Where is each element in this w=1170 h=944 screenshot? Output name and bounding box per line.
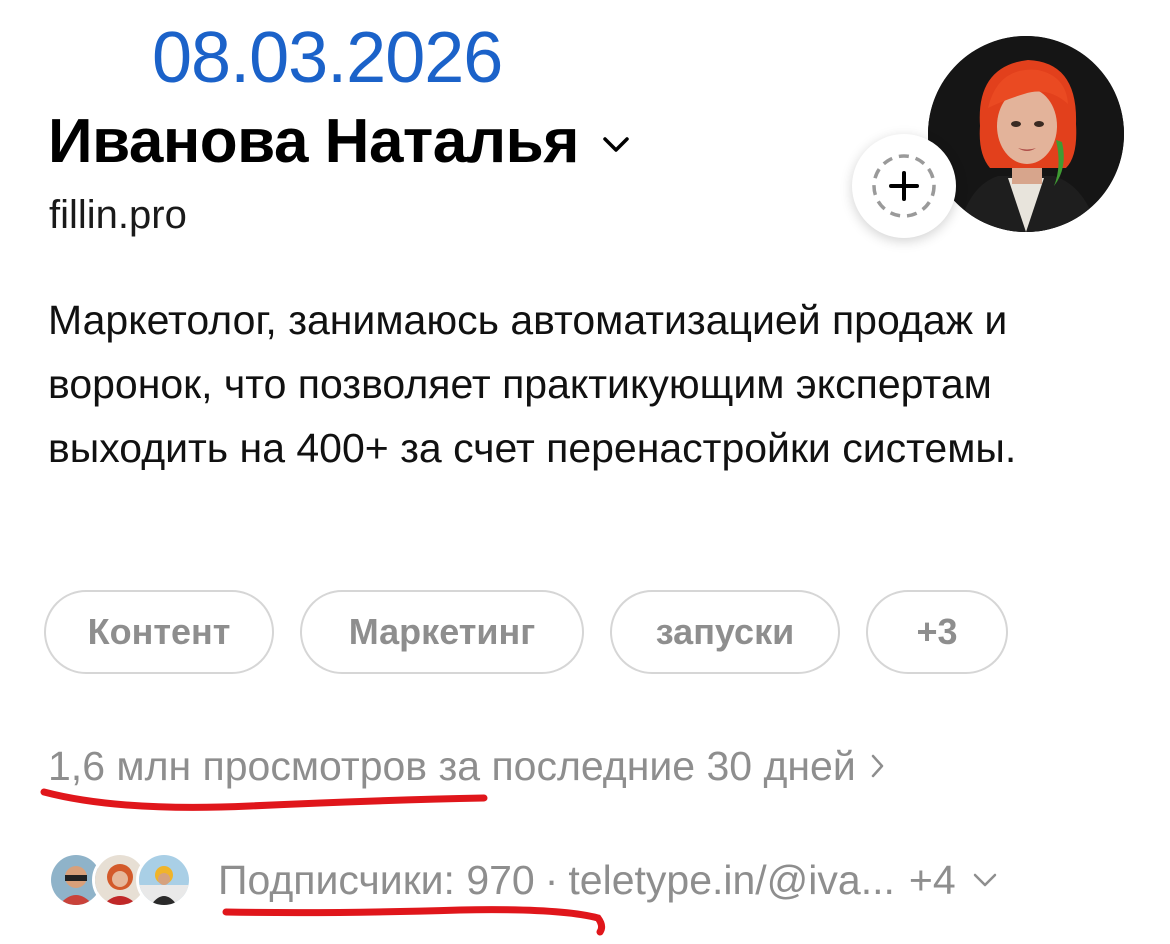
separator: ·	[544, 857, 559, 903]
external-link[interactable]: teletype.in/@iva...	[568, 852, 895, 908]
chevron-right-icon	[871, 754, 883, 778]
followers-count[interactable]: Подписчики: 970	[218, 852, 535, 908]
chevron-down-icon	[603, 137, 629, 152]
avatar[interactable]	[928, 36, 1124, 232]
tag-content[interactable]: Контент	[44, 590, 274, 674]
profile-name-switcher[interactable]: Иванова Наталья	[48, 104, 631, 180]
date-overlay: 08.03.2026	[152, 18, 503, 98]
follower-avatar	[136, 852, 192, 908]
profile-handle: fillin.pro	[49, 193, 187, 237]
chevron-down-icon	[973, 873, 996, 887]
topic-tags: Контент Маркетинг запуски +3	[44, 590, 1008, 674]
followers-row: Подписчики: 970 · teletype.in/@iva... +4	[48, 852, 998, 908]
views-stats-text: 1,6 млн просмотров за последние 30 дней	[48, 743, 856, 789]
profile-bio: Маркетолог, занимаюсь автоматизацией про…	[48, 297, 1017, 471]
views-stats-link[interactable]: 1,6 млн просмотров за последние 30 дней	[48, 738, 884, 794]
profile-name: Иванова Наталья	[48, 107, 579, 176]
plus-icon	[872, 154, 936, 218]
tag-marketing[interactable]: Маркетинг	[300, 590, 584, 674]
views-underline	[40, 788, 488, 811]
followers-info[interactable]: Подписчики: 970 · teletype.in/@iva... +4	[218, 852, 998, 908]
follower-avatars[interactable]	[48, 852, 198, 908]
add-story-button[interactable]	[852, 134, 956, 238]
more-links-count[interactable]: +4	[909, 852, 956, 908]
avatar-portrait	[928, 36, 1124, 232]
tag-more[interactable]: +3	[866, 590, 1008, 674]
tag-launches[interactable]: запуски	[610, 590, 840, 674]
followers-underline	[222, 906, 606, 936]
